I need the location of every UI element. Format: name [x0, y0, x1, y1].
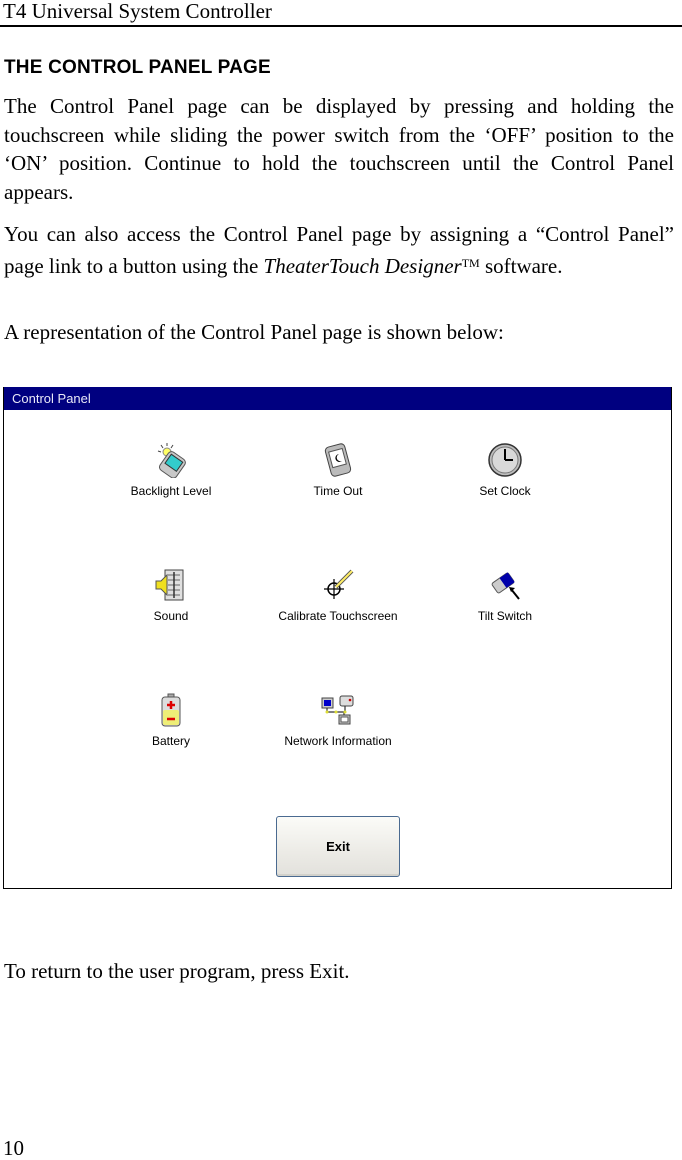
battery-icon — [161, 693, 181, 727]
access-text-end: software. — [479, 253, 563, 278]
page-number: 10 — [3, 1136, 24, 1160]
header-rule — [0, 25, 682, 27]
battery-item[interactable]: Battery — [91, 692, 251, 748]
tilt-switch-item[interactable]: Tilt Switch — [425, 567, 585, 623]
running-header: T4 Universal System Controller — [3, 0, 272, 23]
timeout-icon — [324, 443, 352, 477]
time-out-label: Time Out — [313, 484, 363, 498]
sound-icon — [155, 569, 184, 601]
calibrate-touchscreen-label: Calibrate Touchscreen — [278, 609, 398, 623]
network-icon — [321, 695, 354, 725]
network-information-label: Network Information — [284, 734, 392, 748]
battery-label: Battery — [151, 734, 190, 748]
time-out-item[interactable]: Time Out — [258, 442, 418, 498]
set-clock-item[interactable]: Set Clock — [425, 442, 585, 498]
network-information-item[interactable]: Network Information — [258, 692, 418, 748]
calibrate-icon — [324, 569, 354, 599]
trademark: TM — [461, 255, 480, 270]
software-name: TheaterTouch Designer — [263, 253, 462, 278]
access-paragraph: You can also access the Control Panel pa… — [4, 220, 674, 280]
calibrate-touchscreen-item[interactable]: Calibrate Touchscreen — [258, 567, 418, 623]
tilt-switch-icon — [491, 572, 520, 600]
backlight-level-label: Backlight Level — [130, 484, 212, 498]
control-panel-title-bar: Control Panel — [4, 387, 671, 410]
sound-item[interactable]: Sound — [91, 567, 251, 623]
tilt-switch-label: Tilt Switch — [477, 609, 533, 623]
intro-paragraph: The Control Panel page can be displayed … — [4, 94, 674, 204]
exit-button[interactable]: Exit — [276, 816, 400, 877]
set-clock-label: Set Clock — [479, 484, 531, 498]
sound-label: Sound — [153, 609, 189, 623]
section-title: THE CONTROL PANEL PAGE — [4, 57, 271, 78]
backlight-icon — [157, 443, 186, 478]
clock-icon — [488, 443, 522, 477]
control-panel-window: Control Panel Backlight Level Time Out S… — [3, 387, 672, 889]
backlight-level-item[interactable]: Backlight Level — [91, 442, 251, 498]
return-paragraph: To return to the user program, press Exi… — [4, 959, 350, 983]
representation-paragraph: A representation of the Control Panel pa… — [4, 320, 504, 344]
